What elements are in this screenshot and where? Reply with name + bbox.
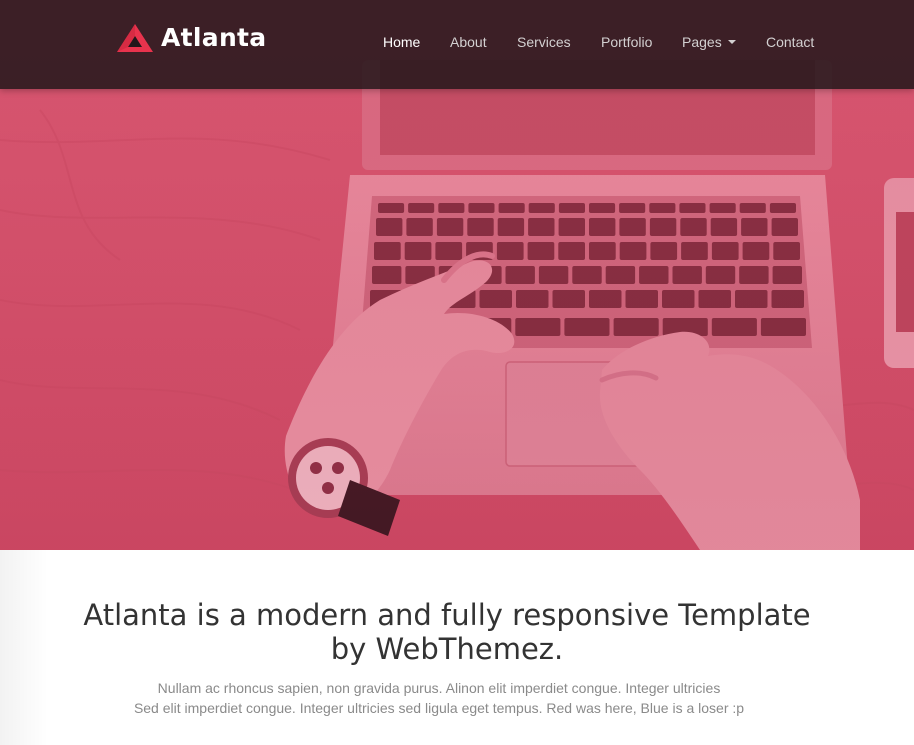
nav-portfolio[interactable]: Portfolio [601, 32, 652, 52]
caret-down-icon [727, 40, 736, 45]
intro-section: Atlanta is a modern and fully responsive… [0, 550, 914, 745]
lead-line-2: Sed elit imperdiet congue. Integer ultri… [133, 700, 745, 716]
nav-services[interactable]: Services [517, 32, 571, 52]
headline-line-1: Atlanta is a modern and fully responsive… [83, 598, 811, 632]
nav-about[interactable]: About [450, 32, 487, 52]
nav-pages-dropdown[interactable]: Pages [682, 32, 736, 52]
main-nav: Home About Services Portfolio Pages Cont… [0, 0, 914, 89]
headline-line-2: by WebThemez. [330, 632, 564, 666]
lead-line-1: Nullam ac rhoncus sapien, non gravida pu… [157, 680, 721, 696]
top-navbar: Atlanta Home About Services Portfolio Pa… [0, 0, 914, 89]
intro-lead: Nullam ac rhoncus sapien, non gravida pu… [0, 678, 914, 718]
intro-headline: Atlanta is a modern and fully responsive… [0, 598, 914, 666]
nav-contact[interactable]: Contact [766, 32, 814, 52]
nav-pages-label: Pages [682, 34, 722, 50]
nav-home[interactable]: Home [383, 32, 420, 52]
